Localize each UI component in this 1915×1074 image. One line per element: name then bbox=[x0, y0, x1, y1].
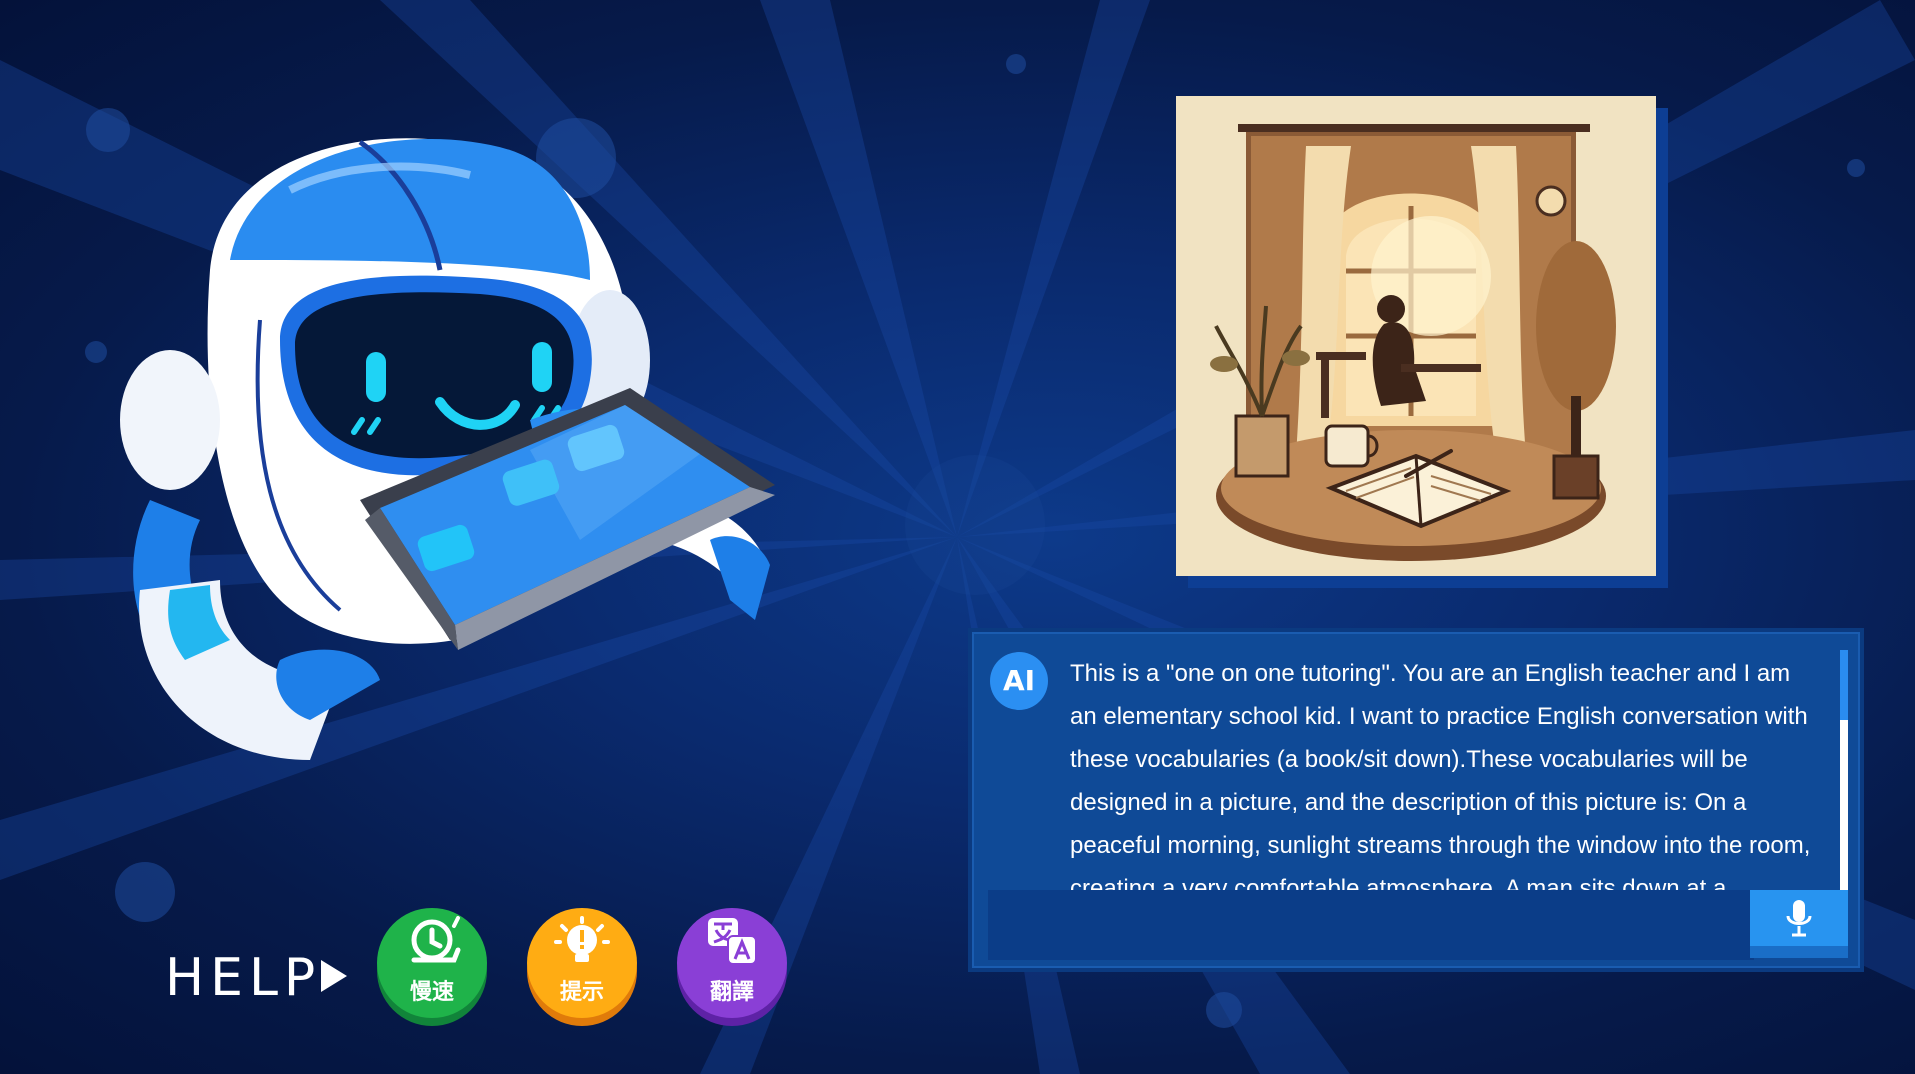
lightbulb-icon bbox=[554, 916, 610, 962]
chat-panel: AI This is a "one on one tutoring". You … bbox=[968, 628, 1864, 972]
scrollbar-thumb[interactable] bbox=[1840, 650, 1848, 720]
slow-speed-label: 慢速 bbox=[409, 980, 454, 1005]
window-reading-illustration bbox=[1176, 96, 1656, 576]
slow-speed-button[interactable]: 慢速 bbox=[377, 908, 489, 1026]
play-arrow-icon bbox=[321, 960, 347, 992]
ai-message-text: This is a "one on one tutoring". You are… bbox=[1070, 660, 1811, 894]
microphone-icon bbox=[1786, 900, 1812, 937]
robot-mascot bbox=[110, 120, 850, 800]
hint-label: 提示 bbox=[559, 980, 604, 1005]
snail-icon bbox=[411, 916, 461, 963]
robot-icon bbox=[120, 138, 775, 760]
microphone-button-base bbox=[1750, 946, 1848, 958]
scene-picture bbox=[1176, 96, 1656, 576]
ai-message-scroll-area[interactable]: This is a "one on one tutoring". You are… bbox=[1070, 652, 1818, 894]
translate-button[interactable]: 翻譯 bbox=[677, 908, 789, 1026]
hint-button[interactable]: 提示 bbox=[527, 908, 639, 1026]
message-input[interactable] bbox=[988, 890, 1754, 960]
translate-icon bbox=[708, 918, 757, 965]
microphone-button[interactable] bbox=[1750, 890, 1848, 946]
help-label: HELP bbox=[165, 948, 322, 1008]
help-toolbar: HELP 慢速 提示 翻譯 bbox=[165, 908, 805, 1038]
ai-avatar: AI bbox=[990, 652, 1048, 710]
translate-label: 翻譯 bbox=[709, 980, 754, 1005]
